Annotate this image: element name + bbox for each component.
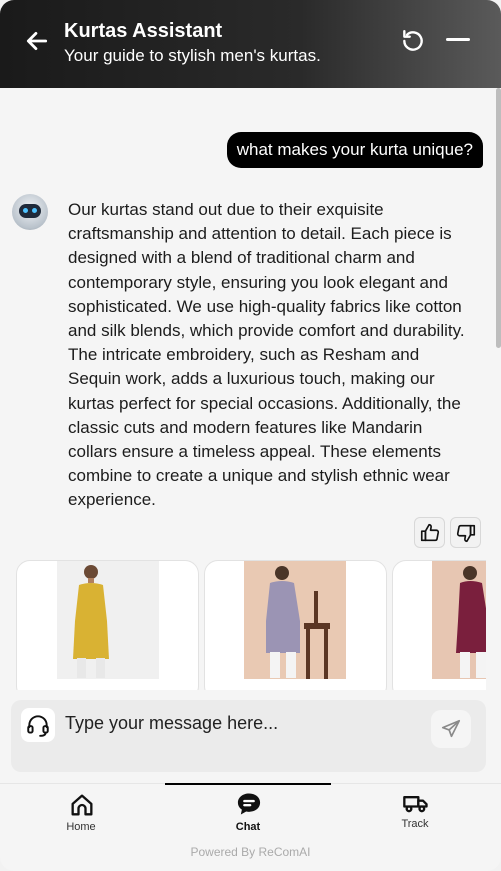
nav-chat-label: Chat: [235, 821, 261, 833]
thumbs-down-button[interactable]: [450, 517, 481, 548]
robot-eye-icon: [23, 208, 28, 213]
powered-by: Powered By ReComAI: [190, 845, 311, 859]
support-button[interactable]: [21, 708, 55, 742]
delivery-truck-icon: [403, 796, 428, 813]
headset-icon: [27, 715, 49, 737]
bottom-nav: Home Chat Track: [0, 783, 501, 841]
nav-chat[interactable]: Chat: [193, 784, 303, 842]
message-composer: [11, 700, 486, 772]
message-input[interactable]: [65, 710, 425, 736]
back-arrow-icon[interactable]: [24, 28, 50, 54]
header: Kurtas Assistant Your guide to stylish m…: [0, 0, 501, 88]
nav-track-label: Track: [401, 818, 429, 830]
product-card[interactable]: [204, 560, 387, 690]
chat-bubble-icon: [237, 793, 261, 815]
thumbs-up-icon: [420, 523, 440, 542]
scrollbar[interactable]: [496, 88, 501, 348]
nav-home[interactable]: Home: [26, 784, 136, 842]
refresh-icon[interactable]: [400, 28, 426, 54]
header-title: Kurtas Assistant: [64, 20, 223, 42]
bot-message: Our kurtas stand out due to their exquis…: [68, 200, 465, 510]
product-carousel[interactable]: [16, 560, 486, 690]
header-subtitle: Your guide to stylish men's kurtas.: [64, 46, 321, 65]
send-icon: [441, 719, 461, 738]
product-card[interactable]: [392, 560, 486, 690]
chat-app: Kurtas Assistant Your guide to stylish m…: [0, 0, 501, 871]
product-image: [244, 561, 346, 679]
send-button[interactable]: [431, 710, 471, 748]
user-message: what makes your kurta unique?: [226, 132, 483, 168]
robot-face-icon: [19, 204, 41, 218]
kurta-figure-icon: [432, 561, 486, 679]
product-image: [57, 561, 159, 679]
nav-track[interactable]: Track: [360, 784, 470, 842]
robot-eye-icon: [32, 208, 37, 213]
active-tab-indicator: [165, 783, 331, 785]
kurta-figure-icon: [244, 561, 346, 679]
kurta-figure-icon: [57, 561, 159, 679]
nav-home-label: Home: [66, 821, 96, 833]
thumbs-up-button[interactable]: [414, 517, 445, 548]
product-image: [432, 561, 486, 679]
product-card[interactable]: [16, 560, 199, 690]
minimize-button[interactable]: [446, 38, 470, 41]
bot-avatar: [12, 194, 48, 230]
thumbs-down-icon: [456, 524, 476, 543]
home-icon: [71, 794, 93, 816]
